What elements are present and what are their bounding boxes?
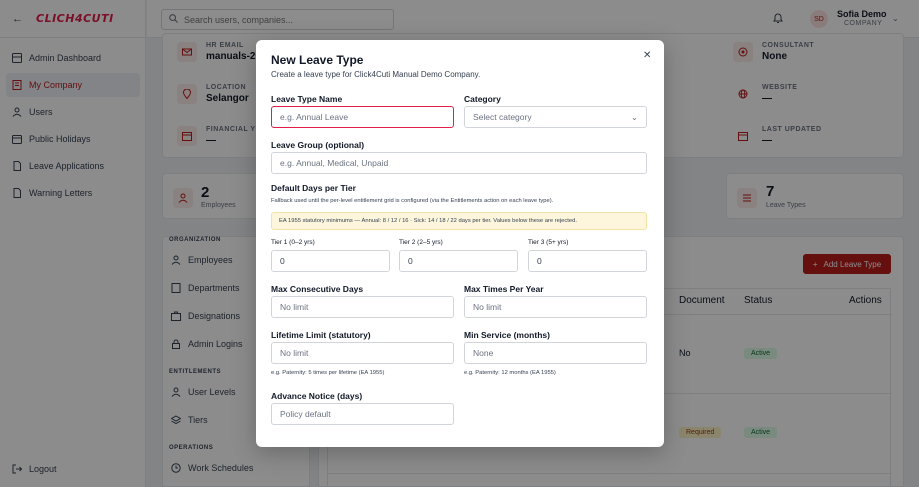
- lifetime-limit-input[interactable]: [271, 342, 454, 364]
- category-label: Category: [464, 94, 501, 104]
- category-select-value: Select category: [473, 112, 532, 122]
- tier1-input[interactable]: [271, 250, 390, 272]
- tier2-input[interactable]: [399, 250, 518, 272]
- tier3-input[interactable]: [528, 250, 647, 272]
- ea-notice-text: EA 1955 statutory minimums — Annual: 8 /…: [279, 218, 577, 224]
- max-consecutive-input[interactable]: [271, 296, 454, 318]
- ea-notice: EA 1955 statutory minimums — Annual: 8 /…: [271, 212, 647, 230]
- leave-group-label: Leave Group (optional): [271, 140, 365, 150]
- default-days-hint: Fallback used until the per-level entitl…: [271, 198, 554, 204]
- new-leave-type-modal: New Leave Type Create a leave type for C…: [256, 40, 664, 447]
- tier2-label: Tier 2 (2–5 yrs): [399, 239, 443, 246]
- close-icon[interactable]: ✕: [643, 50, 651, 61]
- tier1-label: Tier 1 (0–2 yrs): [271, 239, 315, 246]
- advance-notice-input[interactable]: [271, 403, 454, 425]
- min-service-hint: e.g. Paternity: 12 months (EA 1955): [464, 370, 556, 376]
- max-times-label: Max Times Per Year: [464, 284, 544, 294]
- min-service-label: Min Service (months): [464, 330, 550, 340]
- modal-title: New Leave Type: [271, 53, 364, 67]
- modal-subtitle: Create a leave type for Click4Cuti Manua…: [271, 70, 481, 79]
- default-days-label: Default Days per Tier: [271, 183, 356, 193]
- tier3-label: Tier 3 (5+ yrs): [528, 239, 569, 246]
- category-select[interactable]: Select category ⌄: [464, 106, 647, 128]
- lifetime-limit-hint: e.g. Paternity: 5 times per lifetime (EA…: [271, 370, 385, 376]
- leave-group-input[interactable]: [271, 152, 647, 174]
- leave-type-name-label: Leave Type Name: [271, 94, 343, 104]
- chevron-down-icon: ⌄: [630, 111, 638, 122]
- min-service-input[interactable]: [464, 342, 647, 364]
- leave-type-name-input[interactable]: [271, 106, 454, 128]
- max-consecutive-label: Max Consecutive Days: [271, 284, 364, 294]
- lifetime-limit-label: Lifetime Limit (statutory): [271, 330, 371, 340]
- advance-notice-label: Advance Notice (days): [271, 391, 363, 401]
- max-times-input[interactable]: [464, 296, 647, 318]
